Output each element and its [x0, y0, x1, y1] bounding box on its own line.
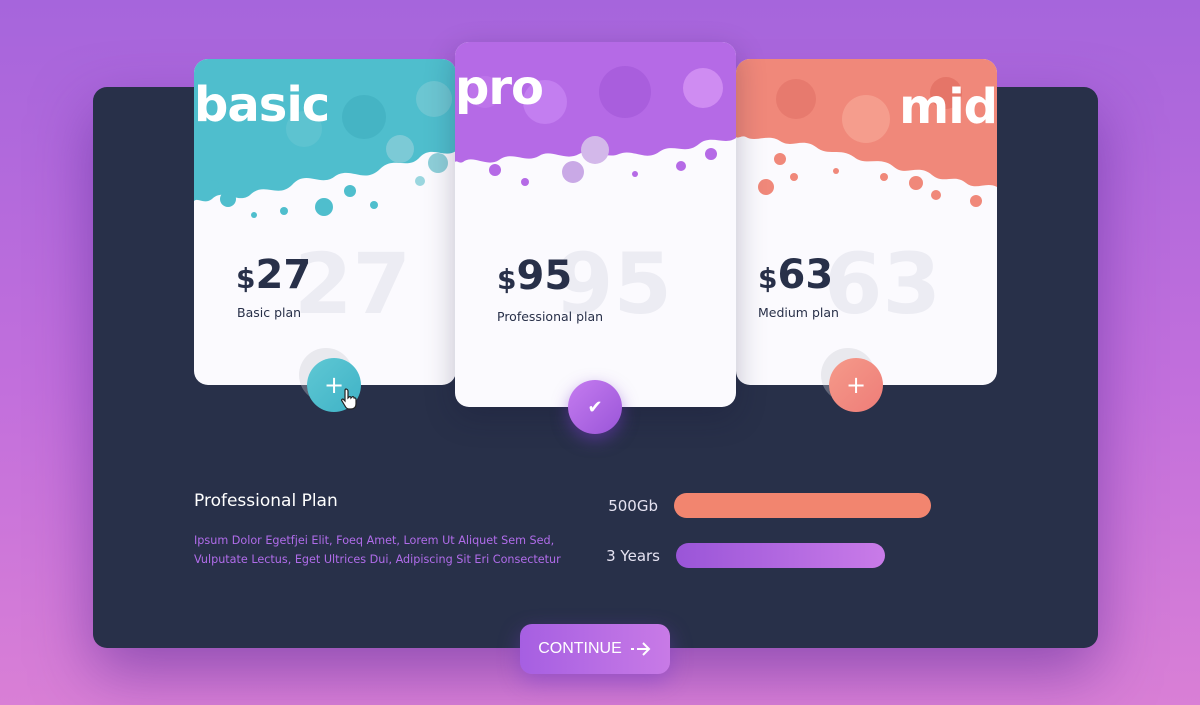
plus-icon: + — [845, 371, 867, 399]
plan-name-basic: basic — [194, 77, 330, 133]
plan-card-basic[interactable]: basic 27 $27 Basic plan — [194, 59, 456, 385]
feature-label-storage: 500Gb — [608, 497, 658, 515]
price-amount: 63 — [777, 252, 834, 298]
price-basic: $27 — [236, 255, 311, 295]
plan-name-mid: mid — [899, 79, 997, 135]
ghost-price-basic: 27 — [294, 235, 411, 333]
details-description: Ipsum Dolor Egetfjei Elit, Foeq Amet, Lo… — [194, 534, 561, 566]
hand-cursor-icon — [340, 388, 357, 410]
selected-pro-button[interactable]: ✔ — [568, 380, 622, 434]
plan-subtitle-pro: Professional plan — [497, 309, 604, 324]
plan-card-pro[interactable]: pro 95 $95 Professional plan — [455, 42, 736, 407]
currency-symbol: $ — [758, 262, 778, 295]
plan-name-pro: pro — [455, 60, 544, 116]
plan-subtitle-basic: Basic plan — [237, 305, 302, 320]
ghost-price-mid: 63 — [824, 235, 941, 333]
price-amount: 95 — [516, 253, 573, 299]
price-mid: $63 — [758, 255, 833, 295]
continue-label: CONTINUE — [538, 640, 622, 657]
currency-symbol: $ — [236, 262, 256, 295]
feature-bar-years — [676, 543, 885, 568]
currency-symbol: $ — [497, 263, 517, 296]
price-amount: 27 — [255, 252, 312, 298]
details-title: Professional Plan — [194, 491, 338, 511]
continue-button[interactable]: CONTINUE — [520, 624, 670, 674]
check-icon: ✔ — [587, 396, 603, 418]
feature-bar-storage — [674, 493, 931, 518]
plan-subtitle-mid: Medium plan — [758, 305, 839, 320]
price-pro: $95 — [497, 256, 572, 296]
select-mid-button[interactable]: + — [829, 358, 883, 412]
plan-card-mid[interactable]: mid 63 $63 Medium plan — [736, 59, 997, 385]
arrow-right-icon — [630, 642, 651, 656]
feature-label-years: 3 Years — [606, 547, 660, 565]
